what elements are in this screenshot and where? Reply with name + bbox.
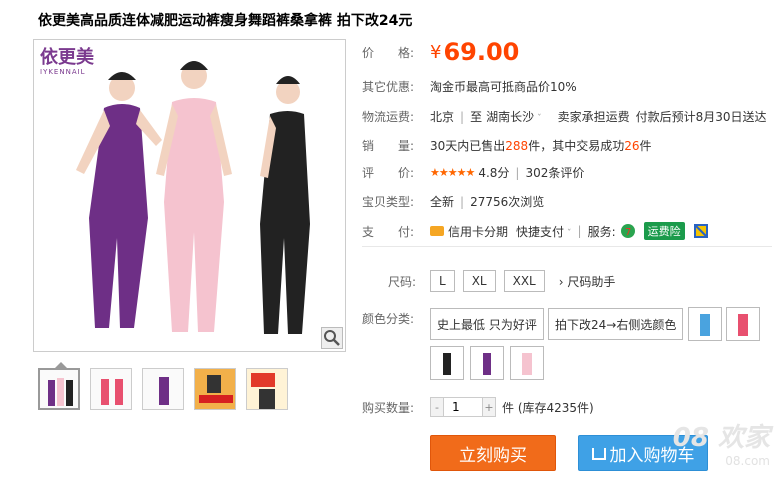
type-label: 宝贝类型: [362,195,415,209]
watermark-url: 08.com [725,454,770,468]
color-option-light-pink[interactable] [510,346,544,380]
size-label: 尺码: [388,274,417,289]
size-option-xl[interactable]: XL [462,270,496,292]
quantity-stepper: - + [430,397,496,417]
thumbnail-3[interactable] [142,368,184,410]
shipping-row: 物流运费: 北京 | 至 湖南长沙 ˇ 卖家承担运费 付款后预计8月30日送达 [362,108,767,125]
product-title: 依更美高品质连体减肥运动裤瘦身舞蹈裤桑拿裤 拍下改24元 [38,13,413,29]
size-option-xxl[interactable]: XXL [503,270,545,292]
type-row: 宝贝类型: 全新 | 27756次浏览 [362,193,544,210]
svg-text:7: 7 [625,227,631,238]
thumbnail-1[interactable] [38,368,80,410]
service-label: 服务: [587,224,616,239]
shipping-label: 物流运费: [362,110,415,124]
color-option-pick-right[interactable]: 拍下改24→右侧选颜色 [548,308,684,340]
payment-row: 支 付: 信用卡分期 快捷支付 ˇ | 服务: 7 运费险 [362,222,713,240]
brand-name-en: IYKENNAIL [40,68,86,76]
models-illustration [76,61,310,334]
thumbnail-4[interactable] [194,368,236,410]
main-product-image[interactable]: 依更美 IYKENNAIL [33,39,346,352]
size-row: 尺码: L XL XXL › 尺码助手 [362,270,615,292]
quick-pay[interactable]: 快捷支付 ˇ [516,223,572,240]
shipping-to-word: 至 [470,110,483,124]
tmall-seven-day-icon[interactable]: 7 [620,223,636,239]
shipping-to: 湖南长沙 [486,110,535,124]
sales-sold: 288 [505,138,529,153]
cart-icon [591,448,606,460]
quantity-label: 购买数量: [362,400,415,415]
chevron-right-icon: › [558,274,564,289]
guarantee-icon[interactable] [693,223,709,239]
sales-prefix: 30天内已售出 [430,139,506,153]
color-option-purple[interactable] [470,346,504,380]
sales-success: 26 [624,138,640,153]
price-label: 价 格: [362,45,415,60]
rating-score: 4.8分 [478,166,510,180]
rating-reviews-link[interactable]: 302条评价 [525,164,584,181]
price-value: 69.00 [443,38,520,66]
separator: | [460,194,465,209]
sales-unit2: 件 [639,139,652,153]
size-helper-link[interactable]: › 尺码助手 [559,273,616,290]
thumbnail-strip [38,368,288,410]
chevron-down-icon: ˇ [537,114,542,124]
color-option-black[interactable] [430,346,464,380]
type-value: 全新 [430,195,455,209]
price-row: 价 格: ¥ 69.00 [362,38,519,66]
color-option-blue[interactable] [688,307,722,341]
quantity-increase-button[interactable]: + [483,398,495,416]
quantity-decrease-button[interactable]: - [431,398,443,416]
size-helper-label: 尺码助手 [567,274,616,289]
rating-label: 评 价: [362,166,415,180]
quantity-input[interactable] [443,398,483,416]
credit-installment[interactable]: 信用卡分期 [448,223,508,240]
quantity-row: 购买数量: - + 件 (库存4235件) [362,397,594,417]
quick-pay-label: 快捷支付 [516,224,565,239]
size-option-l[interactable]: L [430,270,455,292]
shipping-from: 北京 [430,110,455,124]
discount-row: 其它优惠: 淘金币最高可抵商品价10% [362,78,577,95]
section-divider [362,246,772,247]
shipping-destination[interactable]: 湖南长沙 ˇ [486,108,542,125]
separator: | [577,224,582,238]
thumbnail-5[interactable] [246,368,288,410]
color-label: 颜色分类: [362,312,415,326]
discount-label: 其它优惠: [362,80,415,94]
credit-card-icon [430,226,444,236]
chevron-down-icon: ˇ [567,228,572,239]
stock-text: 件 (库存4235件) [502,400,594,415]
sales-label: 销 量: [362,139,415,153]
buy-now-button[interactable]: 立刻购买 [430,435,556,471]
brand-name-cn: 依更美 [40,47,94,68]
brand-logo: 依更美 IYKENNAIL [40,47,94,77]
star-rating-icon: ★★★★★ [430,166,475,179]
color-option-lowest-price[interactable]: 史上最低 只为好评 [430,308,544,340]
site-watermark: 08 欢家 08.com [673,417,770,468]
separator: | [460,109,465,124]
payment-label: 支 付: [362,224,415,239]
shipping-fee: 卖家承担运费 [557,110,630,124]
watermark-logo: 08 欢家 [672,423,770,453]
separator: | [515,165,520,180]
sales-row: 销 量: 30天内已售出 288 件，其中交易成功 26 件 [362,137,652,154]
sales-unit1: 件，其中交易成功 [528,139,625,153]
color-option-pink[interactable] [726,307,760,341]
type-views: 27756次浏览 [470,195,545,209]
currency-symbol: ¥ [430,41,442,63]
shipping-estimate: 付款后预计8月30日送达 [635,110,767,124]
magnifier-icon[interactable] [321,327,343,349]
thumbnail-2[interactable] [90,368,132,410]
shipping-insurance-badge[interactable]: 运费险 [643,222,685,240]
discount-text: 淘金币最高可抵商品价10% [430,80,577,94]
rating-row: 评 价: ★★★★★ 4.8分 | 302条评价 [362,164,584,181]
